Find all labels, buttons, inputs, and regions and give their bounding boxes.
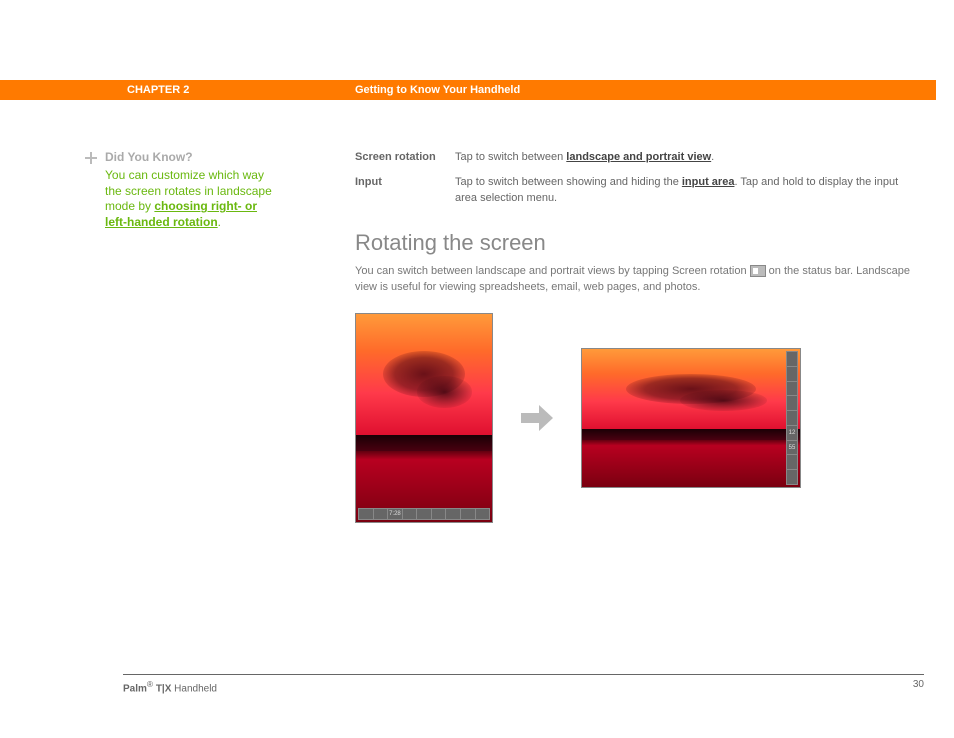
def-text: Tap to switch between showing and hiding… xyxy=(455,176,682,188)
status-cell xyxy=(787,470,797,484)
brand-model: T|X xyxy=(153,683,171,694)
def-body: Tap to switch between showing and hiding… xyxy=(455,175,915,206)
main-content: Screen rotation Tap to switch between la… xyxy=(355,150,915,523)
page-number: 30 xyxy=(913,679,924,694)
definition-row: Input Tap to switch between showing and … xyxy=(355,175,915,206)
brand-name: Palm xyxy=(123,683,147,694)
def-text: . xyxy=(711,151,714,163)
chapter-title: Getting to Know Your Handheld xyxy=(355,84,520,96)
para-text: You can switch between landscape and por… xyxy=(355,265,750,277)
sidebar-body: You can customize which way the screen r… xyxy=(105,168,280,230)
def-body: Tap to switch between landscape and port… xyxy=(455,150,915,165)
plus-icon xyxy=(85,152,97,164)
status-cell xyxy=(787,352,797,366)
footer-brand: Palm® T|X Handheld xyxy=(123,679,217,694)
sidebar-tip: Did You Know? You can customize which wa… xyxy=(105,150,280,230)
status-cell xyxy=(787,396,797,410)
sunset-image xyxy=(356,314,492,522)
sidebar-heading: Did You Know? xyxy=(105,150,280,164)
brand-suffix: Handheld xyxy=(171,683,217,694)
cloud-shape xyxy=(680,390,767,411)
section-heading: Rotating the screen xyxy=(355,230,915,256)
status-cell: 12 xyxy=(787,426,797,440)
status-cell xyxy=(787,411,797,425)
arrow-right-icon xyxy=(517,398,557,438)
status-time: 7:28 xyxy=(388,509,402,519)
status-cell xyxy=(476,509,490,519)
figure-row: 7:28 12 55 xyxy=(355,313,915,523)
status-cell xyxy=(787,382,797,396)
status-bar: 12 55 xyxy=(786,351,798,485)
section-paragraph: You can switch between landscape and por… xyxy=(355,264,915,295)
status-cell xyxy=(787,455,797,469)
status-cell xyxy=(374,509,388,519)
portrait-screenshot: 7:28 xyxy=(355,313,493,523)
term-input: Input xyxy=(355,175,455,206)
horizon-shape xyxy=(356,435,492,452)
chapter-header: CHAPTER 2 Getting to Know Your Handheld xyxy=(0,80,936,100)
landscape-screenshot: 12 55 xyxy=(581,348,801,488)
status-cell xyxy=(787,367,797,381)
chapter-label: CHAPTER 2 xyxy=(127,84,189,96)
status-cell xyxy=(432,509,446,519)
term-screen-rotation: Screen rotation xyxy=(355,150,455,165)
sidebar-text-after: . xyxy=(218,215,221,229)
status-bar: 7:28 xyxy=(358,508,490,520)
horizon-shape xyxy=(582,429,800,440)
status-cell xyxy=(359,509,373,519)
def-text: Tap to switch between xyxy=(455,151,566,163)
screen-rotation-icon xyxy=(750,265,766,277)
definition-row: Screen rotation Tap to switch between la… xyxy=(355,150,915,165)
link-input-area[interactable]: input area xyxy=(682,176,735,188)
status-cell xyxy=(403,509,417,519)
status-cell xyxy=(446,509,460,519)
status-cell xyxy=(461,509,475,519)
sunset-image xyxy=(582,349,800,487)
cloud-shape xyxy=(417,376,471,407)
status-cell xyxy=(417,509,431,519)
status-cell: 55 xyxy=(787,441,797,455)
page-footer: Palm® T|X Handheld 30 xyxy=(123,674,924,694)
link-landscape-portrait[interactable]: landscape and portrait view xyxy=(566,151,711,163)
